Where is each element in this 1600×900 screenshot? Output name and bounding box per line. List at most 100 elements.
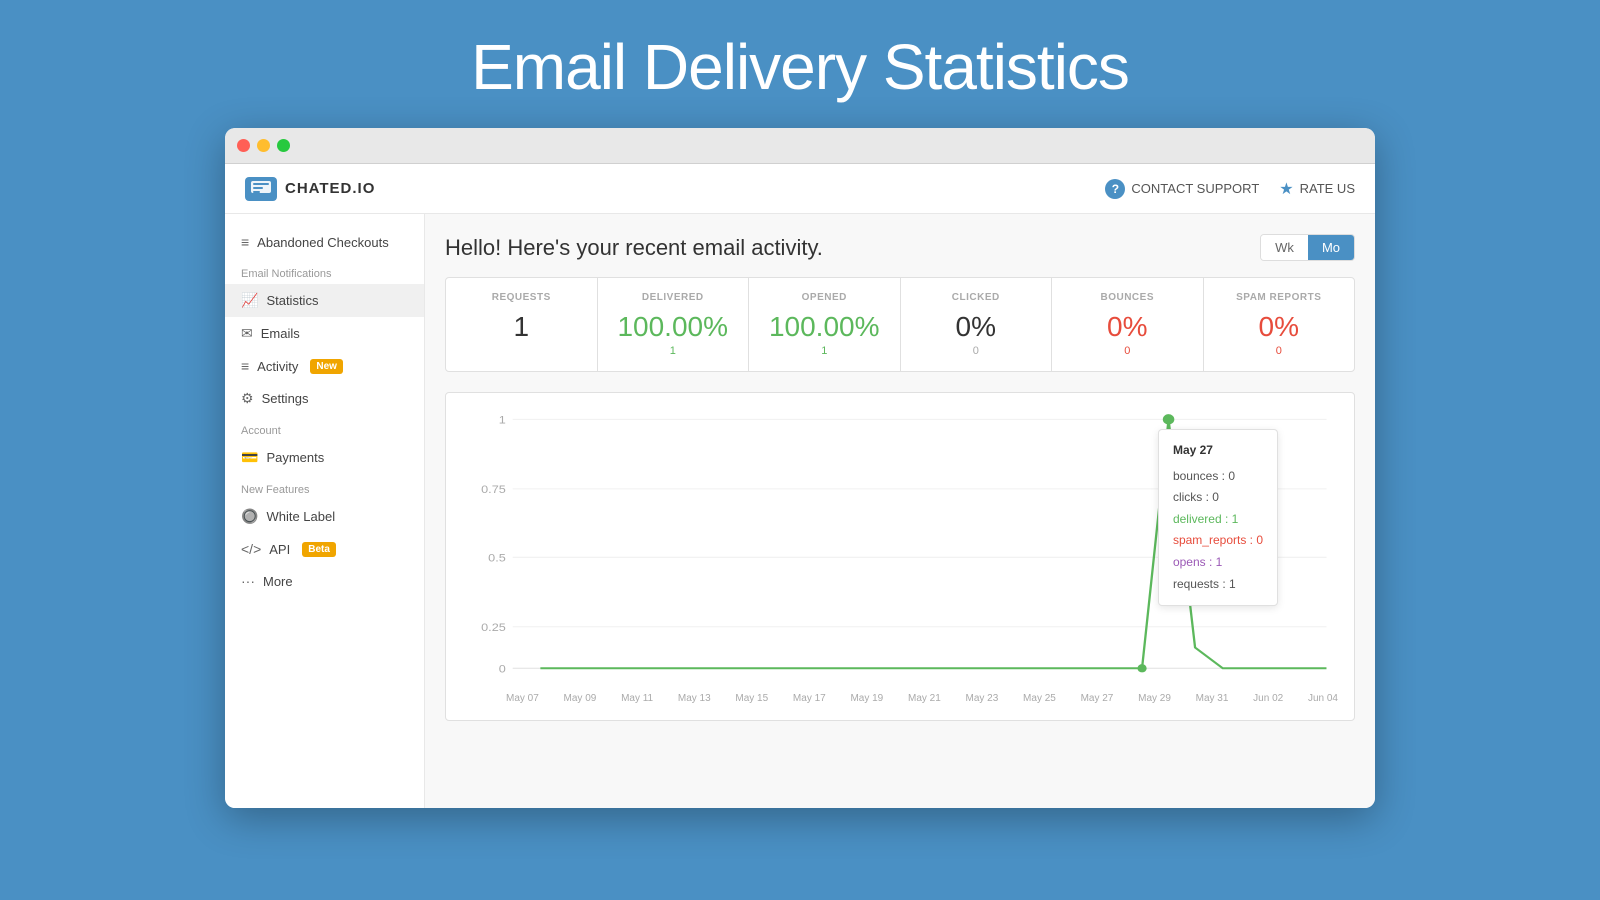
sidebar-item-abandoned-checkouts[interactable]: ≡ Abandoned Checkouts (225, 226, 424, 258)
sidebar-item-emails[interactable]: ✉ Emails (225, 317, 424, 350)
x-label-may09: May 09 (564, 693, 597, 704)
x-label-may13: May 13 (678, 693, 711, 704)
tooltip-opens: opens : 1 (1173, 552, 1263, 574)
stat-clicked-label: CLICKED (917, 292, 1036, 303)
account-section: Account (225, 415, 424, 441)
svg-text:0.75: 0.75 (481, 483, 506, 496)
contact-support-label: CONTACT SUPPORT (1131, 181, 1259, 196)
star-icon: ★ (1279, 179, 1293, 199)
tooltip-requests: requests : 1 (1173, 574, 1263, 596)
stat-opened-value: 100.00% (765, 311, 884, 343)
rate-us-button[interactable]: ★ RATE US (1279, 179, 1355, 199)
titlebar (225, 128, 1375, 164)
tooltip-spam-reports: spam_reports : 0 (1173, 530, 1263, 552)
white-label-icon: 🔘 (241, 508, 258, 525)
sidebar-item-api[interactable]: </> API Beta (225, 533, 424, 565)
sidebar-white-label-label: White Label (266, 509, 335, 524)
x-label-may27: May 27 (1081, 693, 1114, 704)
sidebar: ≡ Abandoned Checkouts Email Notification… (225, 214, 425, 808)
main-content: Hello! Here's your recent email activity… (425, 214, 1375, 808)
stat-requests: REQUESTS 1 (446, 278, 598, 371)
sidebar-abandoned-checkouts-label: Abandoned Checkouts (257, 235, 389, 250)
page-title: Email Delivery Statistics (471, 0, 1129, 128)
maximize-dot[interactable] (277, 139, 290, 152)
sidebar-more-label: More (263, 574, 293, 589)
sidebar-item-statistics[interactable]: 📈 Statistics (225, 284, 424, 317)
logo-area: CHATED.IO (245, 177, 375, 201)
topbar-right: ? CONTACT SUPPORT ★ RATE US (1105, 179, 1355, 199)
statistics-icon: 📈 (241, 292, 258, 309)
stat-clicked-sub: 0 (917, 345, 1036, 357)
stat-bounces: BOUNCES 0% 0 (1052, 278, 1204, 371)
browser-window: CHATED.IO ? CONTACT SUPPORT ★ RATE US ≡ … (225, 128, 1375, 808)
x-label-may11: May 11 (621, 693, 653, 704)
sidebar-payments-label: Payments (266, 450, 324, 465)
toggle-wk-button[interactable]: Wk (1261, 235, 1308, 260)
x-label-may23: May 23 (966, 693, 999, 704)
sidebar-item-activity[interactable]: ≡ Activity New (225, 350, 424, 382)
svg-text:0.25: 0.25 (481, 621, 506, 634)
sidebar-item-white-label[interactable]: 🔘 White Label (225, 500, 424, 533)
logo-icon (245, 177, 277, 201)
x-label-may21: May 21 (908, 693, 941, 704)
new-features-section: New Features (225, 474, 424, 500)
stat-spam-value: 0% (1220, 311, 1339, 343)
stat-clicked: CLICKED 0% 0 (901, 278, 1053, 371)
stat-bounces-sub: 0 (1068, 345, 1187, 357)
sidebar-api-label: API (269, 542, 290, 557)
contact-support-button[interactable]: ? CONTACT SUPPORT (1105, 179, 1259, 199)
activity-new-badge: New (310, 359, 343, 374)
tooltip-bounces: bounces : 0 (1173, 466, 1263, 488)
x-label-may31: May 31 (1196, 693, 1229, 704)
tooltip-clicks: clicks : 0 (1173, 487, 1263, 509)
x-axis-labels: May 07 May 09 May 11 May 13 May 15 May 1… (462, 689, 1338, 704)
more-icon: ··· (241, 573, 255, 589)
toggle-mo-button[interactable]: Mo (1308, 235, 1354, 260)
sidebar-item-more[interactable]: ··· More (225, 565, 424, 597)
stat-spam-sub: 0 (1220, 345, 1339, 357)
app-body: ≡ Abandoned Checkouts Email Notification… (225, 214, 1375, 808)
svg-text:0.5: 0.5 (488, 551, 506, 564)
minimize-dot[interactable] (257, 139, 270, 152)
support-icon: ? (1105, 179, 1125, 199)
activity-icon: ≡ (241, 358, 249, 374)
email-icon: ✉ (241, 325, 253, 342)
x-label-jun04: Jun 04 (1308, 693, 1338, 704)
stat-bounces-label: BOUNCES (1068, 292, 1187, 303)
x-label-may29: May 29 (1138, 693, 1171, 704)
rate-us-label: RATE US (1300, 181, 1355, 196)
tooltip-box: May 27 bounces : 0 clicks : 0 delivered … (1158, 429, 1278, 606)
stat-delivered-sub: 1 (614, 345, 733, 357)
svg-text:0: 0 (499, 662, 506, 675)
stat-delivered: DELIVERED 100.00% 1 (598, 278, 750, 371)
stat-delivered-label: DELIVERED (614, 292, 733, 303)
content-heading: Hello! Here's your recent email activity… (445, 235, 823, 261)
chart-container: 1 0.75 0.5 0.25 0 (462, 409, 1338, 689)
stat-spam-reports: SPAM REPORTS 0% 0 (1204, 278, 1355, 371)
x-label-jun02: Jun 02 (1253, 693, 1283, 704)
x-label-may15: May 15 (735, 693, 768, 704)
topbar: CHATED.IO ? CONTACT SUPPORT ★ RATE US (225, 164, 1375, 214)
stat-delivered-value: 100.00% (614, 311, 733, 343)
cart-icon: ≡ (241, 234, 249, 250)
close-dot[interactable] (237, 139, 250, 152)
sidebar-settings-label: Settings (262, 391, 309, 406)
stats-row: REQUESTS 1 DELIVERED 100.00% 1 OPENED 10… (445, 277, 1355, 372)
stat-bounces-value: 0% (1068, 311, 1187, 343)
sidebar-item-settings[interactable]: ⚙ Settings (225, 382, 424, 415)
sidebar-emails-label: Emails (261, 326, 300, 341)
stat-requests-value: 1 (462, 311, 581, 343)
stat-opened-label: OPENED (765, 292, 884, 303)
api-icon: </> (241, 541, 261, 557)
payments-icon: 💳 (241, 449, 258, 466)
chart-area: 1 0.75 0.5 0.25 0 (445, 392, 1355, 721)
stat-opened: OPENED 100.00% 1 (749, 278, 901, 371)
tooltip-delivered: delivered : 1 (1173, 509, 1263, 531)
x-label-may17: May 17 (793, 693, 826, 704)
settings-icon: ⚙ (241, 390, 254, 407)
content-header: Hello! Here's your recent email activity… (445, 234, 1355, 261)
x-label-may07: May 07 (506, 693, 539, 704)
x-label-may19: May 19 (850, 693, 883, 704)
chart-peak-dot (1163, 414, 1175, 424)
sidebar-item-payments[interactable]: 💳 Payments (225, 441, 424, 474)
